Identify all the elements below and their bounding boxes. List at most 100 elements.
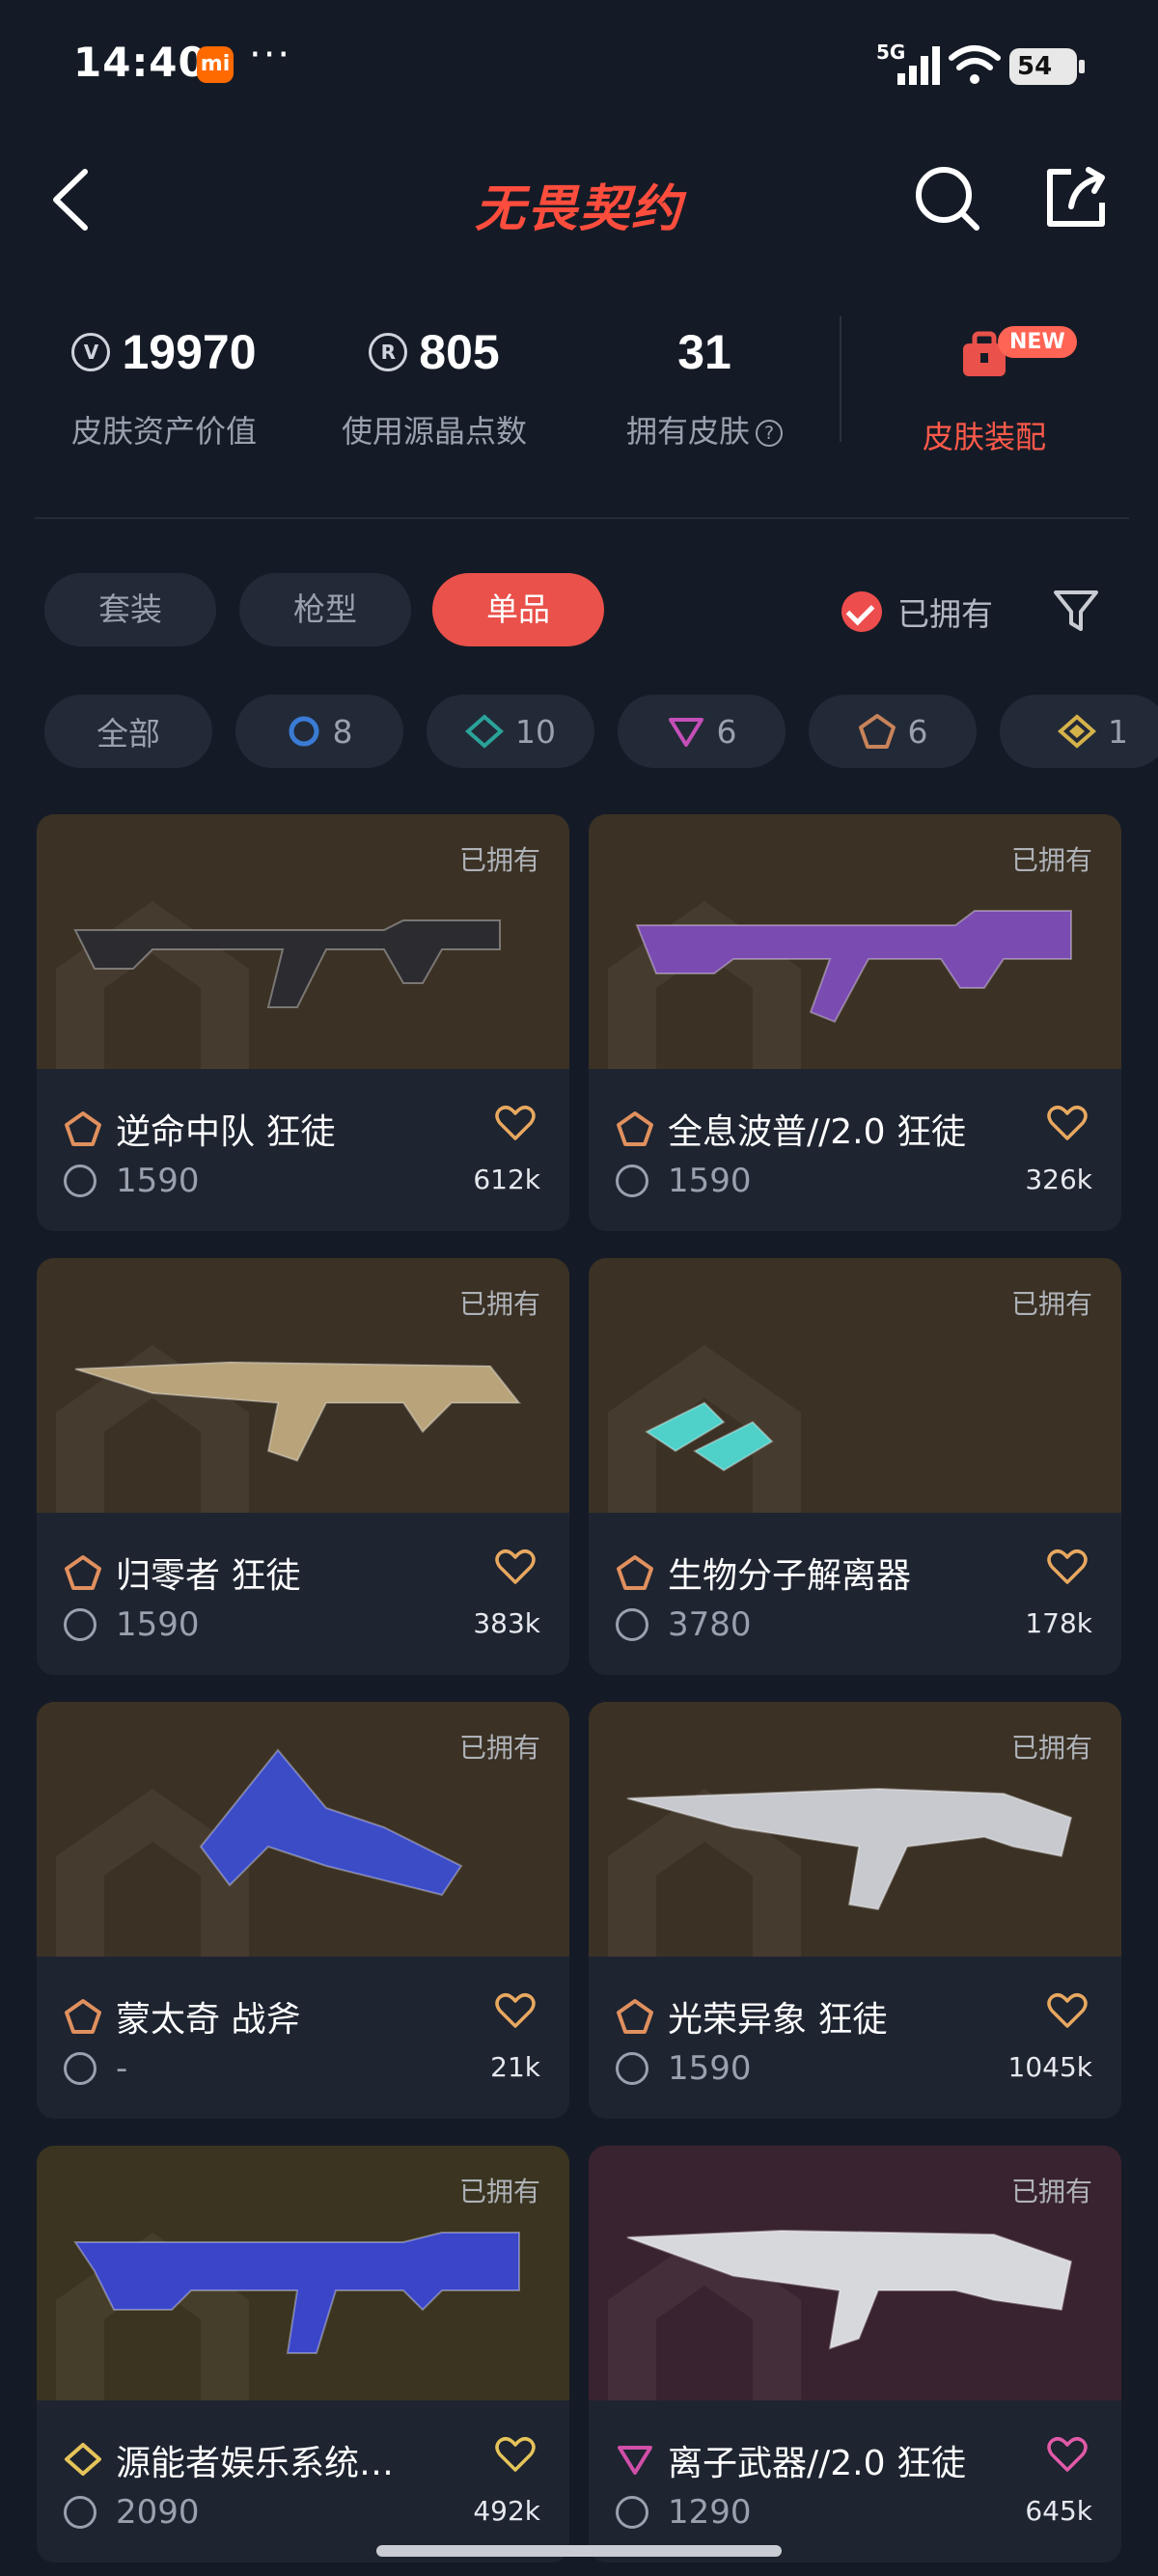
- skin-name-row: 归零者 狂徒: [64, 1548, 469, 1598]
- skin-price-row: 1290: [616, 2493, 752, 2532]
- tier-exclusive[interactable]: 1: [1000, 695, 1158, 768]
- radianite-label: 使用源晶点数: [341, 413, 527, 450]
- skin-name-row: 生物分子解离器: [616, 1548, 1021, 1598]
- skin-name-row: 光荣异象 狂徒: [616, 1991, 1021, 2042]
- tab-weapon-type[interactable]: 枪型: [239, 573, 411, 646]
- skin-likes: 21k: [490, 2051, 540, 2083]
- skin-thumbnail: 已拥有: [37, 1702, 569, 1957]
- heart-icon[interactable]: [494, 1548, 537, 1586]
- tier-icon: [65, 1555, 101, 1590]
- skin-name: 归零者 狂徒: [116, 1556, 301, 1596]
- tier-count: 6: [907, 712, 928, 751]
- skin-card[interactable]: 已拥有 离子武器//2.0 狂徒 1290 645k: [589, 2146, 1121, 2562]
- skin-card[interactable]: 已拥有 归零者 狂徒 1590 383k: [37, 1258, 569, 1675]
- owned-badge: 已拥有: [1010, 844, 1092, 876]
- skins-owned-count: 31: [677, 325, 731, 379]
- heart-icon[interactable]: [494, 2435, 537, 2474]
- section-divider: [35, 517, 1129, 519]
- skin-name-row: 逆命中队 狂徒: [64, 1104, 469, 1154]
- skin-loadout-button[interactable]: NEW 皮肤装配: [868, 318, 1100, 457]
- skin-price: 3780: [668, 1605, 752, 1644]
- stats-divider: [840, 316, 841, 442]
- tier-ultra[interactable]: 6: [618, 695, 786, 768]
- app-header: 无畏契约: [0, 145, 1158, 251]
- heart-icon[interactable]: [494, 1104, 537, 1142]
- weapon-silhouette: [73, 2232, 520, 2354]
- valorant-points-icon: [616, 1608, 648, 1641]
- tier-select[interactable]: 8: [235, 695, 403, 768]
- skin-name: 离子武器//2.0 狂徒: [668, 2444, 966, 2483]
- skin-card[interactable]: 已拥有 光荣异象 狂徒 1590 1045k: [589, 1702, 1121, 2119]
- filter-bar: 套装 枪型 单品 已拥有: [0, 573, 1158, 650]
- owned-badge: 已拥有: [458, 1288, 540, 1320]
- status-time: 14:40: [73, 39, 207, 86]
- skin-name-row: 离子武器//2.0 狂徒: [616, 2435, 1021, 2485]
- deluxe-tier-icon: [465, 714, 504, 749]
- skin-loadout-label: 皮肤装配: [922, 419, 1046, 455]
- heart-icon[interactable]: [494, 1991, 537, 2030]
- weapon-silhouette: [74, 1360, 522, 1463]
- status-bar: 14:40 mi ··· 5G 54: [0, 0, 1158, 125]
- check-icon: [841, 591, 882, 632]
- skin-thumbnail: 已拥有: [37, 2146, 569, 2400]
- tier-count: 10: [515, 712, 556, 751]
- tier-icon: [617, 1111, 653, 1146]
- owned-filter-toggle[interactable]: 已拥有: [841, 589, 993, 635]
- tier-icon: [617, 1555, 653, 1590]
- heart-icon[interactable]: [1046, 1104, 1089, 1142]
- signal-icon: [897, 46, 940, 85]
- skin-likes: 492k: [473, 2495, 540, 2527]
- filter-icon[interactable]: [1052, 587, 1100, 635]
- heart-icon[interactable]: [1046, 1991, 1089, 2030]
- radianite-used: 805: [419, 325, 500, 379]
- valorant-points-icon: [64, 2496, 96, 2529]
- owned-badge: 已拥有: [1010, 1732, 1092, 1764]
- exclusive-tier-icon: [1058, 714, 1096, 749]
- tier-deluxe[interactable]: 10: [427, 695, 594, 768]
- skin-thumbnail: 已拥有: [589, 1258, 1121, 1513]
- tier-all[interactable]: 全部: [44, 695, 212, 768]
- tier-premium[interactable]: 6: [809, 695, 977, 768]
- search-icon[interactable]: [913, 164, 982, 233]
- skin-name-row: 蒙太奇 战斧: [64, 1991, 469, 2042]
- skin-price-row: 1590: [64, 1162, 200, 1200]
- skin-name: 生物分子解离器: [668, 1556, 912, 1596]
- radianite-stat: R 805 使用源晶点数: [328, 318, 540, 452]
- skin-name: 光荣异象 狂徒: [668, 2000, 888, 2040]
- skin-name-row: 源能者娱乐系统…: [64, 2435, 469, 2485]
- share-icon[interactable]: [1042, 162, 1112, 232]
- skin-card[interactable]: 已拥有 蒙太奇 战斧 - 21k: [37, 1702, 569, 2119]
- owned-badge: 已拥有: [1010, 1288, 1092, 1320]
- help-icon[interactable]: ?: [756, 420, 783, 447]
- skin-price-row: 1590: [64, 1605, 200, 1644]
- skin-price: 1590: [668, 1162, 752, 1200]
- skins-owned-label-group[interactable]: 拥有皮肤?: [598, 407, 811, 452]
- tab-single-items[interactable]: 单品: [432, 573, 604, 646]
- skin-price: 1590: [116, 1605, 200, 1644]
- skin-card[interactable]: 已拥有 全息波普//2.0 狂徒 1590 326k: [589, 814, 1121, 1231]
- skin-card[interactable]: 已拥有生物分子解离器 3780 178k: [589, 1258, 1121, 1675]
- asset-value: 19970: [122, 325, 257, 379]
- weapon-silhouette: [635, 910, 1072, 1024]
- skin-thumbnail: 已拥有: [37, 1258, 569, 1513]
- heart-icon[interactable]: [1046, 1548, 1089, 1586]
- skin-price: 1590: [668, 2049, 752, 2088]
- skin-price: 2090: [116, 2493, 200, 2532]
- weapon-silhouette: [73, 919, 501, 1008]
- tab-bundles[interactable]: 套装: [44, 573, 216, 646]
- skin-card[interactable]: 已拥有 逆命中队 狂徒 1590 612k: [37, 814, 569, 1231]
- skin-name-row: 全息波普//2.0 狂徒: [616, 1104, 1021, 1154]
- tier-icon: [65, 2443, 101, 2476]
- skin-thumbnail: 已拥有: [589, 1702, 1121, 1957]
- skin-likes: 178k: [1025, 1607, 1092, 1639]
- home-indicator[interactable]: [376, 2545, 782, 2557]
- battery-indicator: 54: [1009, 48, 1085, 85]
- heart-icon[interactable]: [1046, 2435, 1089, 2474]
- ultra-tier-icon: [668, 718, 703, 747]
- select-tier-icon: [289, 716, 318, 747]
- owned-badge: 已拥有: [1010, 2176, 1092, 2207]
- skin-card[interactable]: 已拥有源能者娱乐系统… 2090 492k: [37, 2146, 569, 2562]
- valorant-points-icon: [64, 1608, 96, 1641]
- owned-badge: 已拥有: [458, 844, 540, 876]
- tier-icon: [617, 1999, 653, 2034]
